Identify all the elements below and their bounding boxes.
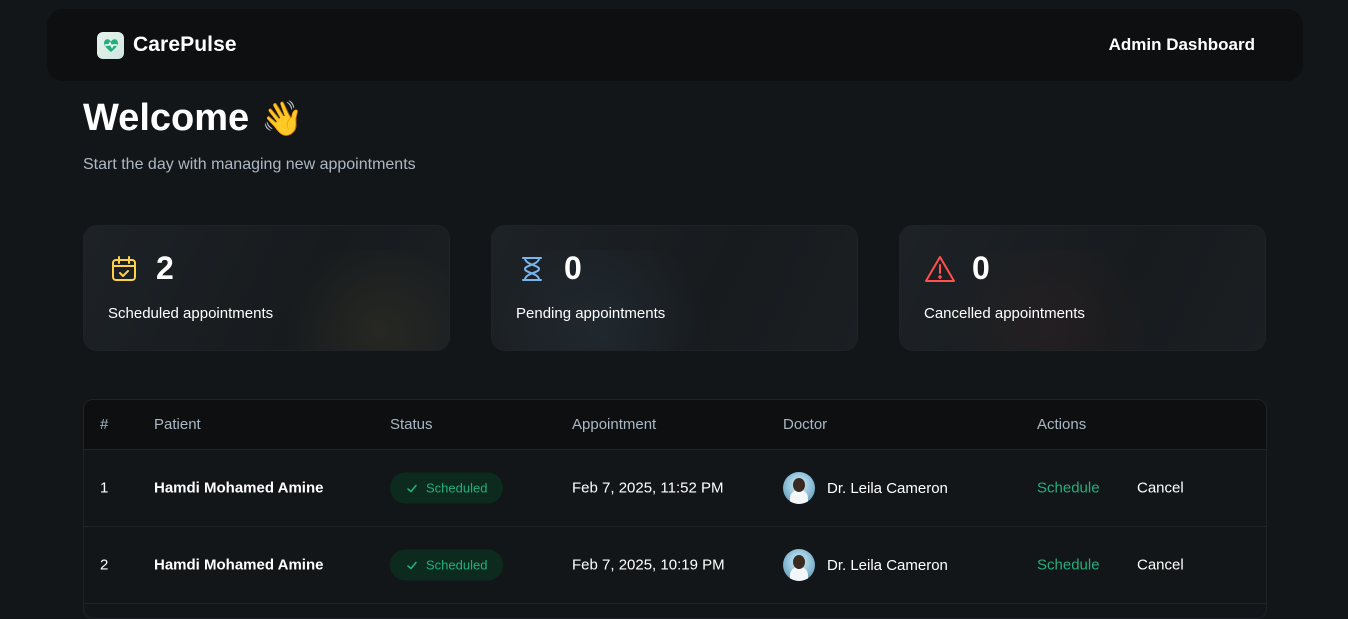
doctor-name: Dr. Leila Cameron <box>827 479 948 497</box>
appointment-datetime: Feb 7, 2025, 11:52 PM <box>572 479 724 497</box>
warning-icon <box>924 253 956 285</box>
header-doctor: Doctor <box>783 416 828 433</box>
cancelled-count: 0 <box>972 250 990 286</box>
schedule-button[interactable]: Schedule <box>1037 557 1100 574</box>
header-patient: Patient <box>154 416 201 433</box>
header-status: Status <box>390 416 433 433</box>
waving-hand-icon: 👋 <box>261 99 304 138</box>
doctor-avatar <box>783 549 815 581</box>
doctor-name: Dr. Leila Cameron <box>827 556 948 574</box>
logo-icon <box>97 31 124 59</box>
cancel-button[interactable]: Cancel <box>1137 480 1184 497</box>
status-text: Scheduled <box>426 557 488 573</box>
welcome-heading: Welcome 👋 <box>83 97 303 140</box>
doctor-cell: Dr. Leila Cameron <box>783 549 948 581</box>
pending-stat-card: 0 Pending appointments <box>491 225 858 351</box>
schedule-button[interactable]: Schedule <box>1037 480 1100 497</box>
status-badge: Scheduled <box>390 549 504 581</box>
welcome-subtitle: Start the day with managing new appointm… <box>83 156 416 173</box>
carepulse-logo[interactable]: CarePulse <box>97 31 237 59</box>
cancelled-label: Cancelled appointments <box>924 305 1085 322</box>
top-header: CarePulse Admin Dashboard <box>47 9 1303 81</box>
hourglass-icon <box>516 253 548 285</box>
header-number: # <box>100 416 109 433</box>
pending-count: 0 <box>564 250 582 286</box>
scheduled-stat-card: 2 Scheduled appointments <box>83 225 450 351</box>
row-number: 1 <box>100 479 109 497</box>
welcome-title: Welcome <box>83 97 250 139</box>
check-icon <box>407 484 417 492</box>
patient-name: Hamdi Mohamed Amine <box>154 556 324 574</box>
header-actions: Actions <box>1037 416 1087 433</box>
scheduled-label: Scheduled appointments <box>108 305 274 322</box>
doctor-avatar <box>783 472 815 504</box>
appointments-table: # Patient Status Appointment Doctor Acti… <box>83 399 1267 619</box>
admin-dashboard-title: Admin Dashboard <box>1108 35 1255 54</box>
status-badge: Scheduled <box>390 472 504 504</box>
doctor-cell: Dr. Leila Cameron <box>783 472 948 504</box>
patient-name: Hamdi Mohamed Amine <box>154 479 324 497</box>
scheduled-count: 2 <box>156 250 174 286</box>
table-row: 1 Hamdi Mohamed Amine Scheduled Feb 7, 2… <box>84 450 1266 527</box>
calendar-check-icon <box>108 253 140 285</box>
cancelled-stat-card: 0 Cancelled appointments <box>899 225 1266 351</box>
appointment-datetime: Feb 7, 2025, 10:19 PM <box>572 556 725 574</box>
check-icon <box>407 561 417 569</box>
table-header: # Patient Status Appointment Doctor Acti… <box>84 400 1266 450</box>
pending-label: Pending appointments <box>516 305 666 322</box>
row-number: 2 <box>100 556 109 574</box>
header-appointment: Appointment <box>572 416 657 433</box>
status-text: Scheduled <box>426 480 488 496</box>
cancel-button[interactable]: Cancel <box>1137 557 1184 574</box>
table-row: 2 Hamdi Mohamed Amine Scheduled Feb 7, 2… <box>84 527 1266 604</box>
logo-text: CarePulse <box>133 33 237 56</box>
